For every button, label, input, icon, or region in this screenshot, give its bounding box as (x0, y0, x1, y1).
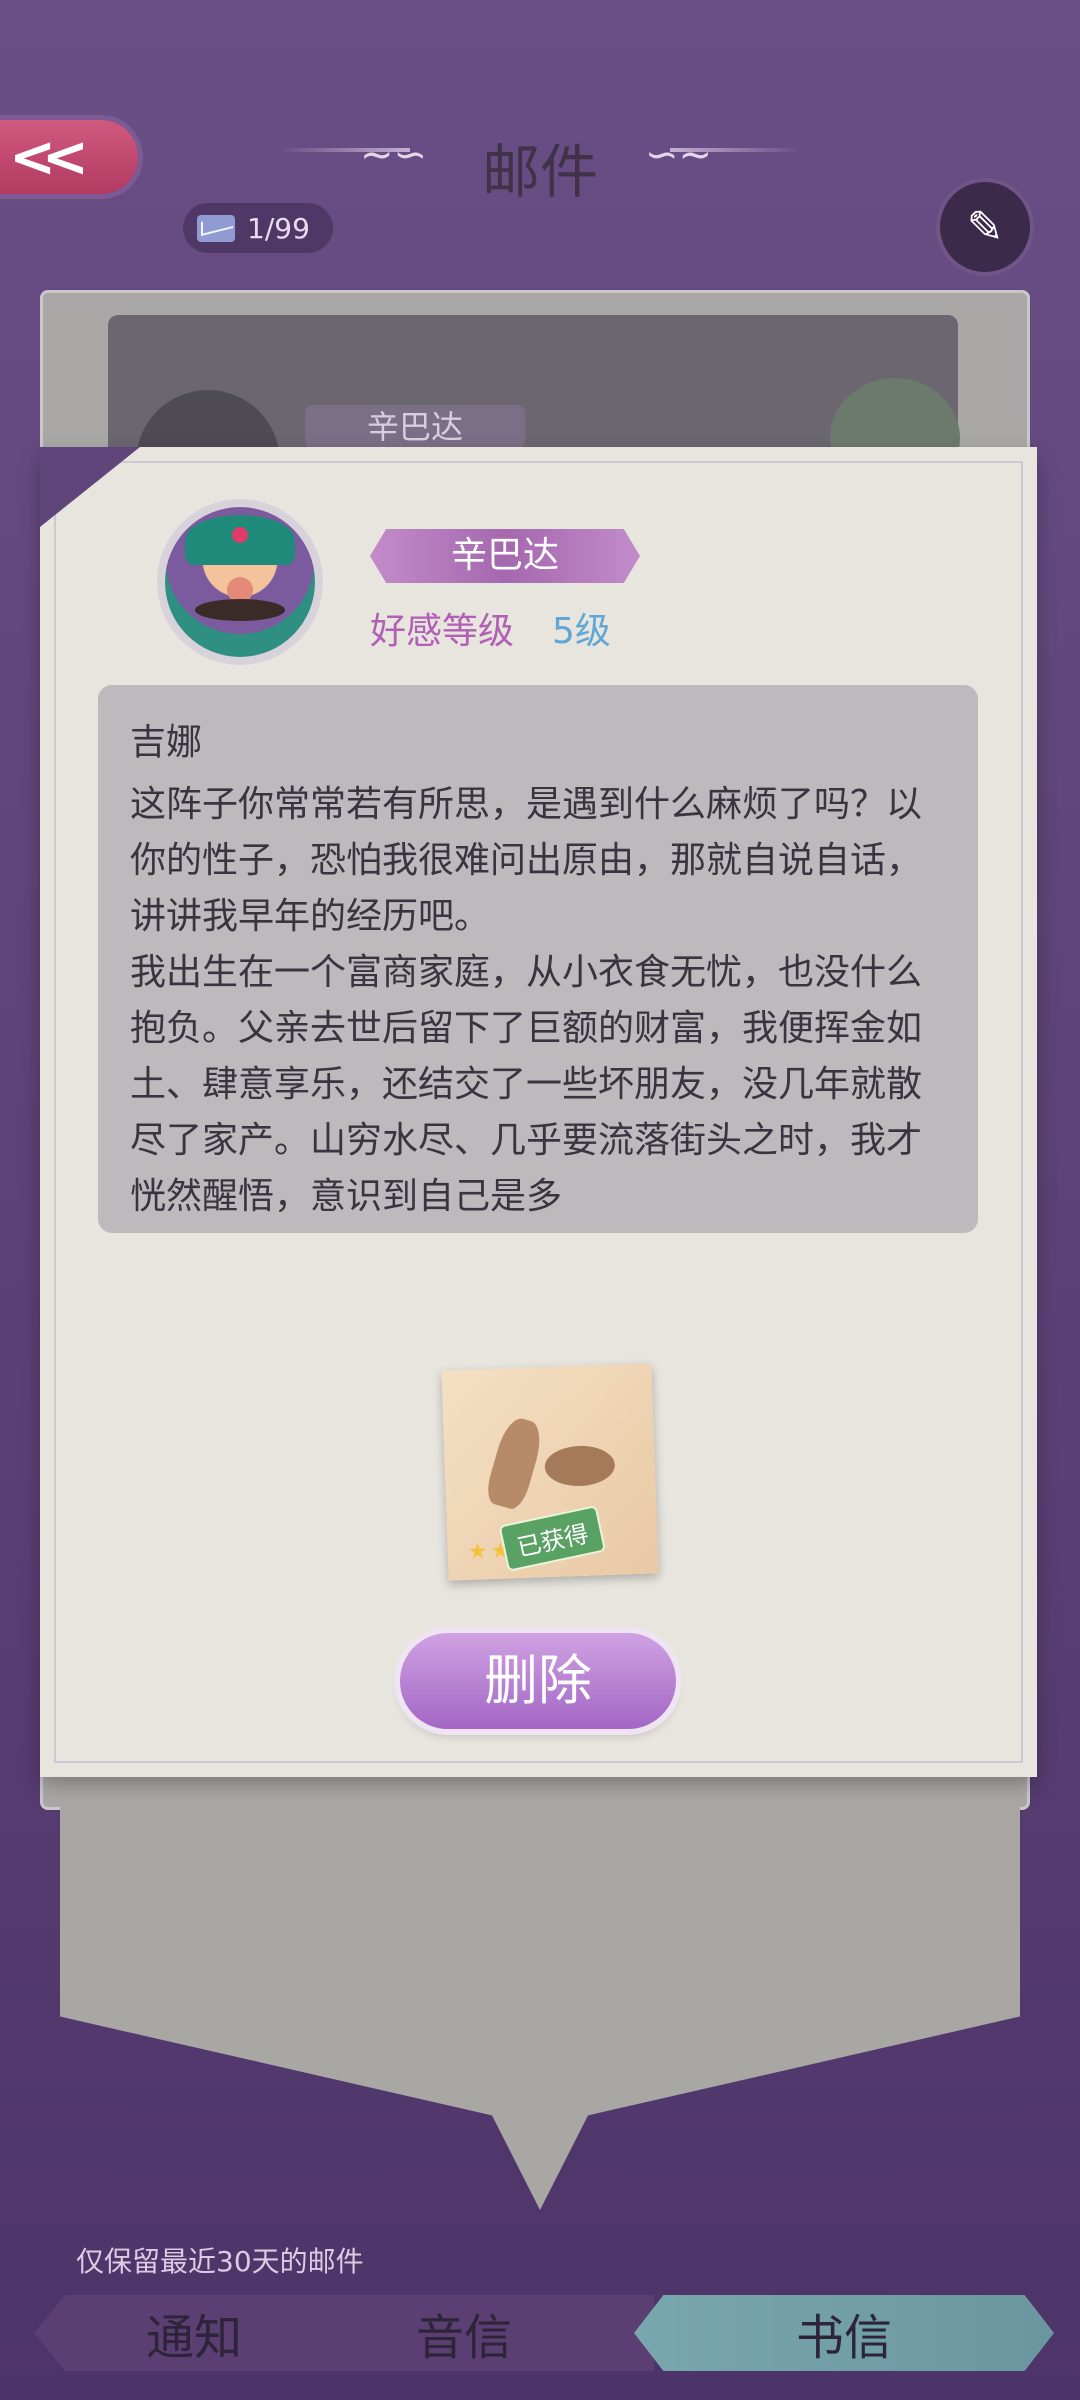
affinity-label: 好感等级 (370, 611, 515, 652)
sender-avatar (165, 507, 315, 657)
page-title: 邮件 (481, 138, 598, 206)
envelope-icon (197, 214, 235, 242)
corner-fold (40, 447, 140, 527)
reward-item[interactable]: ★★★★★★ 已获得 (441, 1363, 659, 1581)
star-filled-icon: ★ (467, 1539, 491, 1565)
tab-voice[interactable]: 音信 (364, 2295, 564, 2371)
obtained-badge: 已获得 (498, 1505, 607, 1572)
mustache-shape (195, 599, 285, 621)
title-ornament-right (670, 148, 800, 152)
tray-sheet (60, 1780, 1020, 2210)
gem-shape (232, 527, 248, 543)
affinity-level: 5级 (552, 611, 611, 652)
retention-note: 仅保留最近30天的邮件 (76, 2245, 364, 2278)
swirl-ornament-right: ∽~ (645, 132, 713, 178)
compose-button[interactable]: ✎ (940, 182, 1030, 272)
mail-count-text: 1/99 (247, 211, 310, 245)
letter-body-scroll[interactable]: 吉娜 这阵子你常常若有所思，是遇到什么麻烦了吗？以你的性子，恐怕我很难问出原由，… (98, 685, 978, 1233)
pencil-icon: ✎ (966, 201, 1004, 253)
list-sender-name: 辛巴达 (305, 405, 525, 449)
letter-body: 这阵子你常常若有所思，是遇到什么麻烦了吗？以你的性子，恐怕我很难问出原由，那就自… (130, 784, 923, 1217)
tab-letters[interactable]: 书信 (704, 2295, 984, 2371)
mail-tabs: 通知 音信 书信 (34, 2295, 1054, 2371)
letter-detail: 辛巴达 好感等级 5级 吉娜 这阵子你常常若有所思，是遇到什么麻烦了吗？以你的性… (40, 447, 1037, 1777)
tab-notify[interactable]: 通知 (94, 2295, 294, 2371)
delete-button[interactable]: 删除 (400, 1633, 676, 1729)
mail-count-badge: 1/99 (183, 203, 333, 253)
sandals-icon (483, 1405, 616, 1509)
sender-name: 辛巴达 (370, 529, 640, 583)
letter-recipient: 吉娜 (130, 722, 203, 763)
